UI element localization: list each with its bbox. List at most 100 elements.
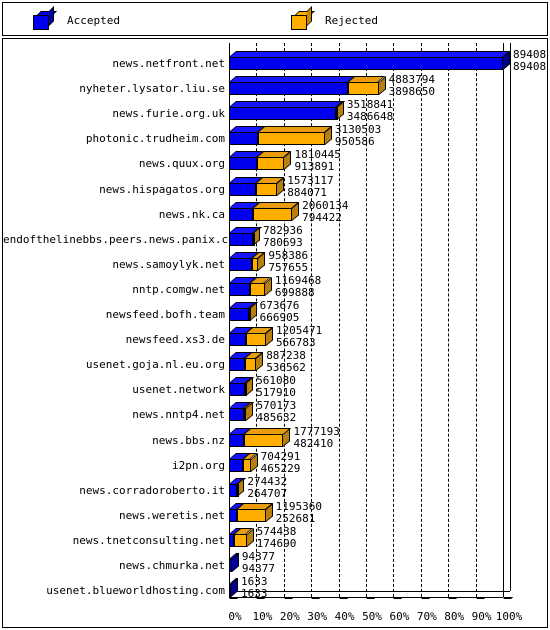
- bar-category-label: news.netfront.net: [112, 57, 225, 70]
- bar-value-total: 887238: [266, 349, 306, 363]
- bar-group: [229, 427, 292, 449]
- cube-icon-accepted: [33, 5, 57, 30]
- bar-group: [229, 76, 388, 97]
- bar-value-accepted: 794422: [302, 210, 342, 224]
- bar-value-total: 1777193: [293, 424, 340, 438]
- bar-segment-accepted: [229, 358, 246, 372]
- bar-segment-accepted: [229, 57, 503, 70]
- x-gridline: [420, 43, 422, 598]
- bar-category-label: newsfeed.bofh.team: [105, 308, 225, 321]
- bar-category-label: usenet.goja.nl.eu.org: [85, 358, 225, 372]
- bar-group: [229, 302, 259, 323]
- bar-group: [229, 101, 346, 122]
- bar-category-label: news.bbs.nz: [152, 433, 225, 447]
- bar-group: [229, 251, 267, 273]
- chart-plot-area: news.netfront.net 89408798940879 nyheter.l…: [2, 38, 548, 628]
- bar-category-label: news.nntp4.net: [132, 408, 225, 422]
- bar-group: [229, 377, 255, 398]
- bar-segment-rejected: [256, 182, 278, 196]
- bar-group: [229, 578, 240, 599]
- bar-segment-accepted: [229, 584, 231, 598]
- bar-category-label: nntp.comgw.net: [132, 282, 225, 296]
- bar-category-label: usenet.network: [132, 383, 225, 397]
- bar-group: [229, 477, 247, 499]
- bar-category-label: endofthelinebbs.peers.news.panix.com: [3, 232, 242, 246]
- bar-value-accepted: 884071: [287, 185, 327, 199]
- bar-value-total: 1810445: [294, 148, 341, 162]
- bar-value-accepted: 264707: [247, 486, 288, 500]
- bar-group: [229, 126, 334, 147]
- plot-right-wall: [510, 43, 511, 592]
- bar-category-label: news.chmurka.net: [119, 559, 225, 572]
- bar-segment-rejected: [257, 157, 285, 171]
- bar-value-total: 1573117: [287, 173, 334, 187]
- bar-segment-accepted: [229, 232, 253, 246]
- bar-value-total: 570173: [256, 399, 297, 413]
- bar-segment-rejected: [252, 257, 259, 271]
- bar-segment-rejected: [348, 82, 379, 96]
- bar-category-label: newsfeed.xs3.de: [125, 333, 225, 347]
- bar-group: [229, 527, 256, 549]
- bar-segment-rejected: [243, 408, 247, 422]
- bar-segment-accepted: [229, 408, 244, 422]
- bar-value-total: 704291: [260, 449, 301, 463]
- bar-value-accepted: 517910: [256, 386, 296, 400]
- legend-item-accepted: Accepted: [33, 5, 120, 30]
- bar-group: [229, 452, 260, 474]
- bar-value-accepted: 536562: [266, 361, 306, 375]
- bar-group: [229, 151, 293, 172]
- bar-segment-accepted: [229, 308, 250, 321]
- bar-group: [229, 402, 255, 423]
- bar-value-accepted: 780693: [262, 235, 303, 249]
- bar-segment-accepted: [229, 282, 251, 296]
- x-gridline: [393, 43, 395, 598]
- x-gridline: [448, 43, 450, 598]
- bar-value-accepted: 252681: [275, 511, 316, 525]
- bar-category-label: news.tnetconsulting.net: [72, 533, 225, 547]
- bar-value-accepted: 757655: [268, 260, 309, 274]
- bar-segment-accepted: [229, 433, 244, 447]
- bar-segment-accepted: [229, 207, 254, 221]
- x-gridline: [503, 43, 504, 598]
- bar-segment-accepted: [229, 257, 253, 271]
- bar-value-total: 1205471: [275, 324, 323, 338]
- bar-value-total: 274432: [247, 474, 288, 488]
- bar-side-face: [246, 377, 254, 397]
- bar-group: [229, 502, 275, 524]
- bar-segment-accepted: [229, 132, 259, 146]
- bar-category-label: news.furie.org.uk: [112, 107, 225, 121]
- bar-value-accepted: 465229: [260, 461, 301, 475]
- bar-value-total: 8940879: [513, 48, 547, 61]
- bar-value-total: 3130503: [334, 123, 382, 137]
- cube-icon-rejected: [291, 5, 315, 30]
- bar-group: [229, 201, 301, 223]
- bar-category-label: photonic.trudheim.com: [85, 132, 225, 146]
- legend-label-rejected: Rejected: [325, 13, 378, 27]
- bar-segment-accepted: [229, 458, 244, 472]
- bar-value-total: 958386: [268, 248, 309, 262]
- x-gridline: [475, 43, 477, 598]
- bar-category-label: news.hispagatos.org: [99, 182, 225, 196]
- bar-segment-rejected: [252, 232, 255, 246]
- bar-category-label: news.quux.org: [138, 157, 225, 171]
- bar-group: [229, 352, 265, 373]
- bar-segment-rejected: [243, 433, 284, 447]
- bar-side-face: [246, 402, 254, 422]
- bar-category-label: i2pn.org: [172, 458, 225, 472]
- bar-segment-accepted: [229, 182, 257, 196]
- bar-segment-accepted: [229, 559, 232, 572]
- bar-value-total: 673676: [259, 299, 300, 312]
- x-axis-baseline: [229, 597, 503, 599]
- legend-label-accepted: Accepted: [67, 13, 120, 27]
- bar-chart: news.netfront.net 89408798940879 nyheter.l…: [3, 39, 547, 627]
- bar-value-total: 4883794: [388, 73, 436, 87]
- bar-side-face: [284, 151, 292, 171]
- bar-segment-accepted: [229, 107, 336, 121]
- bar-segment-rejected: [253, 207, 293, 221]
- bar-value-accepted: 8940879: [513, 60, 547, 73]
- bar-segment-accepted: [229, 483, 238, 497]
- bar-value-accepted: 485632: [256, 411, 297, 425]
- bar-group: [229, 327, 275, 348]
- legend-item-rejected: Rejected: [291, 5, 378, 30]
- bar-segment-rejected: [246, 333, 266, 347]
